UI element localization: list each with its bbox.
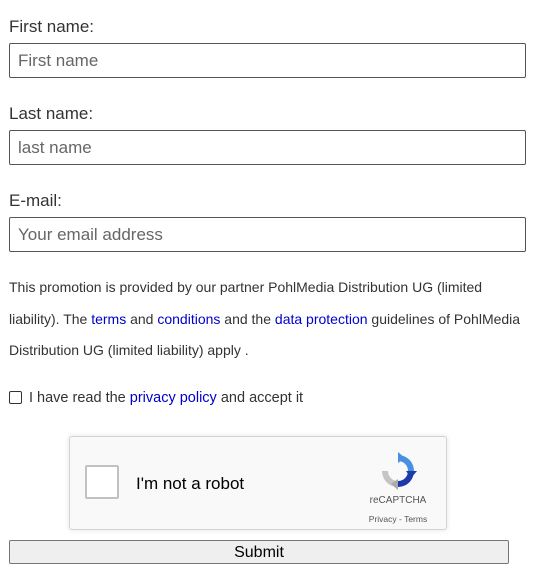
privacy-consent-checkbox[interactable] bbox=[9, 390, 22, 404]
recaptcha-link-separator: - bbox=[396, 514, 405, 524]
recaptcha-terms-link[interactable]: Terms bbox=[404, 514, 427, 524]
data-protection-link[interactable]: data protection bbox=[275, 311, 368, 327]
last-name-input[interactable] bbox=[9, 130, 526, 165]
promotion-form-page: First name: Last name: E-mail: This prom… bbox=[0, 0, 539, 571]
recaptcha-brand-name: reCAPTCHA bbox=[369, 495, 427, 506]
conditions-link[interactable]: conditions bbox=[157, 311, 220, 327]
notice-text-3: and the bbox=[220, 310, 275, 327]
recaptcha-branding: reCAPTCHA Privacy - Terms bbox=[348, 495, 448, 525]
privacy-policy-link[interactable]: privacy policy bbox=[130, 390, 217, 406]
last-name-label: Last name: bbox=[9, 104, 94, 123]
recaptcha-privacy-link[interactable]: Privacy bbox=[369, 514, 397, 524]
submit-button[interactable]: Submit bbox=[9, 540, 509, 564]
recaptcha-label: I'm not a robot bbox=[136, 474, 245, 493]
terms-link[interactable]: terms bbox=[91, 311, 126, 327]
first-name-input[interactable] bbox=[9, 43, 526, 78]
first-name-label: First name: bbox=[9, 17, 95, 36]
consent-prefix: I have read the bbox=[29, 390, 126, 406]
notice-text-2: and bbox=[126, 310, 158, 327]
recaptcha-logo-icon bbox=[382, 452, 417, 490]
recaptcha-checkbox[interactable] bbox=[85, 465, 119, 499]
email-label: E-mail: bbox=[9, 191, 62, 210]
privacy-consent-row: I have read the privacy policy and accep… bbox=[9, 390, 303, 406]
email-input[interactable] bbox=[9, 217, 526, 252]
recaptcha-widget: I'm not a robot reCAPTCHA Privacy - Term… bbox=[69, 436, 447, 530]
promotion-notice: This promotion is provided by our partne… bbox=[9, 272, 524, 367]
recaptcha-links: Privacy - Terms bbox=[348, 514, 448, 524]
consent-suffix: and accept it bbox=[220, 390, 304, 406]
